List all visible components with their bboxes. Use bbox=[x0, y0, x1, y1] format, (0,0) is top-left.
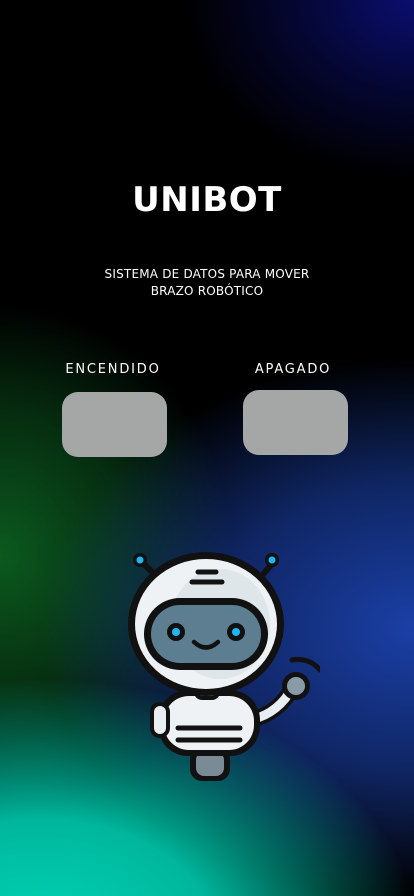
robot-waving-icon bbox=[128, 552, 323, 781]
subtitle-line-2: BRAZO ROBÓTICO bbox=[150, 284, 264, 298]
off-label: APAGADO bbox=[254, 362, 332, 377]
on-label: ENCENDIDO bbox=[65, 362, 161, 377]
power-on-button[interactable] bbox=[62, 392, 167, 457]
app-subtitle: SISTEMA DE DATOS PARA MOVER BRAZO ROBÓTI… bbox=[0, 266, 414, 300]
subtitle-line-1: SISTEMA DE DATOS PARA MOVER bbox=[104, 267, 310, 281]
robot-illustration bbox=[120, 542, 323, 787]
power-off-button[interactable] bbox=[243, 390, 348, 455]
app-title: UNIBOT bbox=[132, 180, 282, 220]
